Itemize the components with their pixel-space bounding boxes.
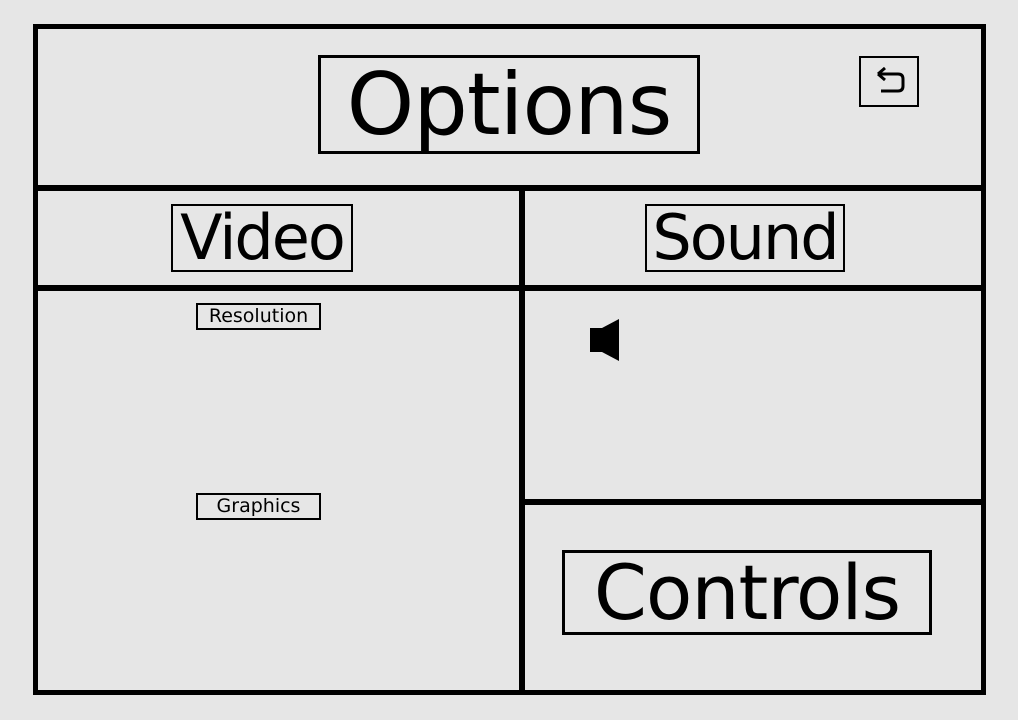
sound-controls-divider	[522, 499, 986, 505]
resolution-label: Resolution	[208, 305, 309, 327]
page-title: Options	[318, 55, 700, 154]
volume-button[interactable]	[589, 318, 621, 362]
tab-sound-label: Sound	[652, 204, 839, 272]
resolution-button[interactable]: Resolution	[196, 303, 321, 330]
tab-video[interactable]: Video	[171, 204, 353, 272]
tab-sound[interactable]: Sound	[645, 204, 845, 272]
speaker-icon	[590, 319, 619, 361]
header-divider	[33, 185, 986, 191]
controls-button[interactable]: Controls	[562, 550, 932, 635]
tabs-divider	[33, 285, 986, 291]
graphics-label: Graphics	[216, 495, 301, 517]
back-button[interactable]	[859, 56, 919, 107]
tab-video-label: Video	[180, 204, 346, 272]
column-divider	[519, 188, 525, 693]
controls-label: Controls	[593, 550, 901, 635]
graphics-button[interactable]: Graphics	[196, 493, 321, 520]
page-title-text: Options	[346, 55, 673, 154]
undo-arrow-icon	[877, 66, 905, 92]
